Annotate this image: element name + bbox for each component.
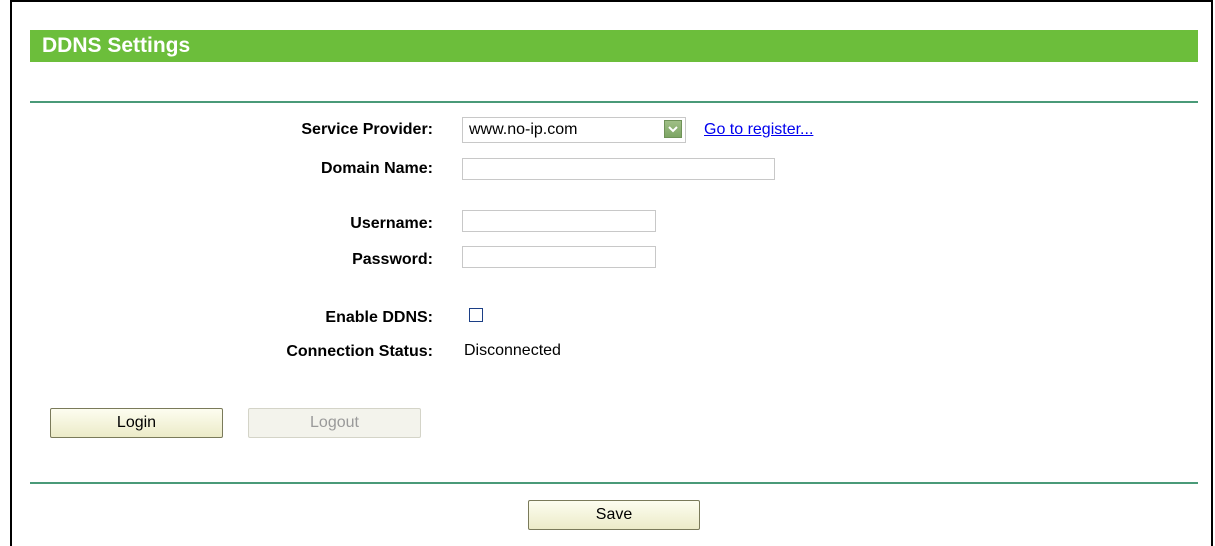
service-provider-select[interactable]: www.no-ip.com [462,117,686,143]
domain-name-label: Domain Name: [320,160,433,177]
domain-name-field[interactable] [462,158,775,180]
enable-ddns-checkbox[interactable] [469,308,483,322]
top-divider [30,101,1198,103]
logout-button[interactable]: Logout [248,408,421,438]
connection-status-label: Connection Status: [286,343,433,360]
page-frame [10,0,1213,546]
save-button[interactable]: Save [528,500,700,530]
chevron-down-icon[interactable] [664,120,682,138]
page-title: DDNS Settings [30,30,1198,62]
enable-ddns-label: Enable DDNS: [325,309,433,326]
username-field[interactable] [462,210,656,232]
service-provider-value: www.no-ip.com [469,121,578,138]
connection-status-value: Disconnected [464,342,561,359]
service-provider-label: Service Provider: [301,121,433,138]
go-to-register-link[interactable]: Go to register... [704,121,813,139]
password-field[interactable] [462,246,656,268]
login-button[interactable]: Login [50,408,223,438]
bottom-divider [30,482,1198,484]
password-label: Password: [352,251,433,268]
username-label: Username: [350,215,433,232]
